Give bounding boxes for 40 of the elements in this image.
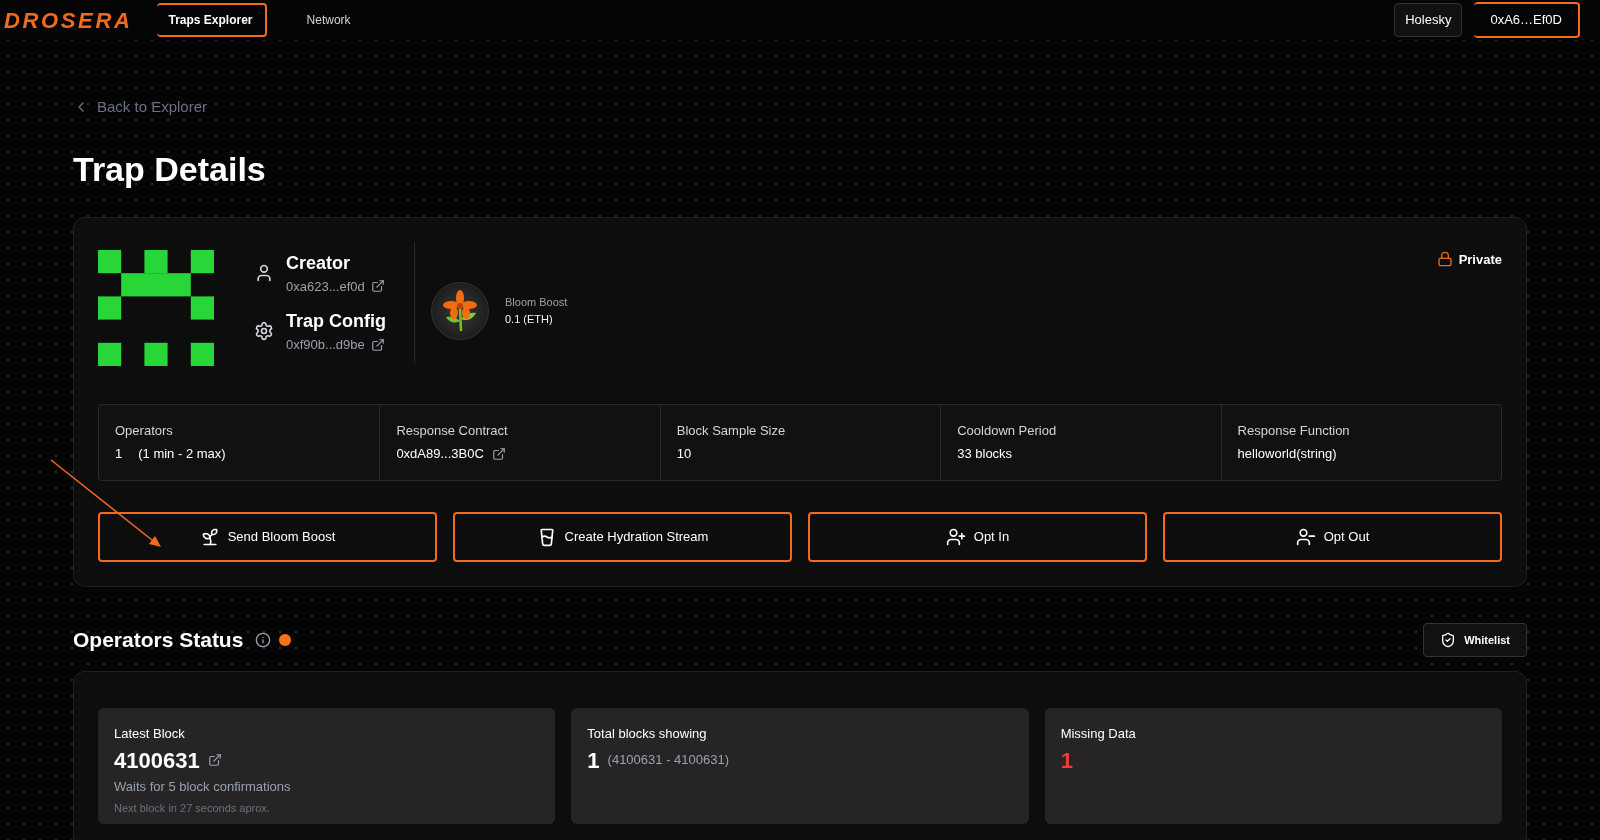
page-title: Trap Details: [73, 148, 267, 189]
visibility-label: Private: [1458, 250, 1502, 269]
detail-cell: Response Function helloworld(string): [1220, 404, 1501, 480]
detail-cell: Block Sample Size 10: [659, 404, 941, 480]
external-link-icon[interactable]: [207, 753, 222, 767]
action-button[interactable]: Opt Out: [1163, 511, 1502, 562]
external-link-icon[interactable]: [370, 279, 385, 294]
address-link[interactable]: 0xf90b...d9be: [286, 335, 365, 355]
user-plus-icon: [945, 526, 966, 547]
stat-card: Total blocks showing 1 (4100631 - 4100631): [571, 708, 1029, 824]
section-label: Trap Config: [286, 310, 386, 333]
whitelist-button[interactable]: Whitelist: [1423, 622, 1527, 657]
external-link-icon[interactable]: [370, 337, 385, 352]
action-button[interactable]: Opt In: [808, 511, 1147, 562]
nav-tab[interactable]: Traps Explorer: [156, 3, 267, 37]
section-label: Creator: [286, 251, 352, 275]
action-button[interactable]: Send Bloom Boost: [98, 511, 437, 562]
shield-check-icon: [1440, 631, 1457, 648]
detail-cell: Response Contract 0xdA89...3B0C: [379, 404, 660, 480]
action-button[interactable]: Create Hydration Stream: [453, 511, 792, 562]
back-link[interactable]: Back to Explorer: [73, 96, 208, 119]
address-link[interactable]: 0xa623...ef0d: [286, 276, 365, 296]
wallet-button[interactable]: 0xA6…Ef0D: [1474, 2, 1580, 38]
boost-label: Bloom Boost: [505, 295, 568, 310]
logo[interactable]: DROSERA: [4, 3, 133, 37]
sprout-icon: [199, 526, 220, 547]
boost-amount: 0.1 (ETH): [505, 311, 554, 327]
user-minus-icon: [1295, 526, 1316, 547]
stat-card: Latest Block 4100631 Waits for 5 block confirmations Next block in 27 seconds aprox.: [98, 708, 556, 824]
network-button[interactable]: Holesky: [1394, 3, 1463, 37]
stat-card: Missing Data 1: [1044, 708, 1502, 824]
user-icon: [254, 262, 274, 283]
external-link-icon[interactable]: [491, 446, 506, 461]
gear-icon: [254, 321, 274, 342]
info-icon[interactable]: [255, 631, 272, 648]
nav-tab[interactable]: Network: [298, 5, 359, 35]
section-title: Operators Status: [73, 627, 244, 653]
detail-cell: Cooldown Period 33 blocks: [940, 404, 1221, 480]
flower-icon: [440, 288, 480, 333]
detail-cell-text: Operators 1 (1 min - 2 max): [114, 421, 227, 463]
